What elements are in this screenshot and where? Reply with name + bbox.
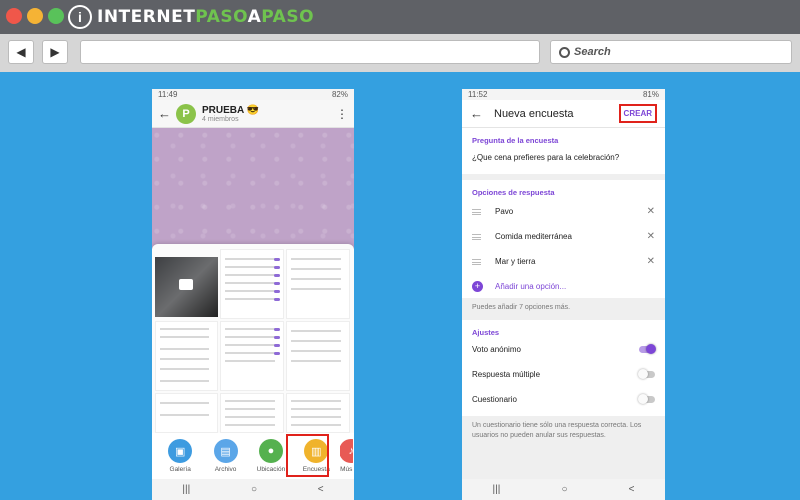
attach-music-button[interactable]: ♪ Mús [339, 433, 353, 473]
phone-screenshot-poll: 11:52 81% ← Nueva encuesta CREAR Pregunt… [462, 89, 665, 500]
drag-handle-icon[interactable] [472, 258, 481, 265]
close-window-button[interactable] [6, 8, 22, 24]
gallery-thumbnail[interactable] [286, 321, 350, 391]
section-title: Pregunta de la encuesta [472, 136, 559, 145]
attach-gallery-button[interactable]: ▣ Galería [158, 433, 202, 473]
poll-header: ← Nueva encuesta CREAR [462, 100, 665, 128]
option-row[interactable]: Pavo ✕ [472, 199, 655, 224]
status-time: 11:49 [158, 90, 178, 99]
forward-button[interactable]: ▶ [42, 40, 68, 64]
back-arrow-icon[interactable]: ← [158, 106, 176, 121]
gallery-thumbnail[interactable] [286, 249, 350, 319]
home-icon[interactable]: ○ [251, 484, 257, 495]
setting-multiple[interactable]: Respuesta múltiple [472, 362, 655, 387]
attach-file-button[interactable]: ▤ Archivo [203, 433, 247, 473]
section-title: Ajustes [472, 328, 500, 337]
status-bar: 11:49 82% [152, 89, 354, 100]
back-arrow-icon[interactable]: ← [470, 106, 488, 121]
gallery-thumbnail[interactable] [220, 249, 284, 319]
android-nav-bar: ||| ○ < [462, 479, 665, 500]
camera-icon [179, 279, 193, 290]
home-icon[interactable]: ○ [561, 484, 567, 495]
back-icon[interactable]: < [318, 484, 324, 495]
location-icon: ● [258, 439, 283, 463]
phone-screenshot-chat: 11:49 82% ← P PRUEBA 😎 4 miembros ⋮ ▣ Ga… [152, 89, 354, 500]
option-row[interactable]: Mar y tierra ✕ [472, 249, 655, 274]
gallery-icon: ▣ [168, 439, 193, 463]
question-input[interactable]: ¿Que cena prefieres para la celebración? [472, 145, 655, 174]
address-bar[interactable] [80, 40, 540, 64]
drag-handle-icon[interactable] [472, 208, 481, 215]
quiz-footnote: Un cuestionario tiene sólo una respuesta… [472, 422, 642, 439]
options-hint: Puedes añadir 7 opciones más. [462, 298, 665, 320]
poll-highlight-box [286, 434, 329, 477]
create-button[interactable]: CREAR [618, 104, 657, 123]
option-input[interactable]: Pavo [495, 207, 647, 216]
music-icon: ♪ [339, 439, 353, 463]
gallery-thumbnail[interactable] [220, 393, 284, 433]
file-icon: ▤ [213, 439, 238, 463]
gallery-thumbnail[interactable] [155, 393, 218, 433]
toggle-switch[interactable] [638, 369, 655, 379]
back-button[interactable]: ◀ [8, 40, 34, 64]
remove-option-icon[interactable]: ✕ [647, 206, 655, 217]
recents-icon[interactable]: ||| [182, 484, 190, 495]
gallery-thumbnail[interactable] [286, 393, 350, 433]
search-placeholder: Search [574, 46, 611, 58]
poll-title: Nueva encuesta [494, 107, 574, 120]
remove-option-icon[interactable]: ✕ [647, 256, 655, 267]
toggle-switch[interactable] [639, 344, 656, 354]
maximize-window-button[interactable] [48, 8, 64, 24]
battery-level: 81% [642, 90, 659, 99]
settings-section: Ajustes Voto anónimo Respuesta múltiple … [462, 320, 665, 416]
add-option-button[interactable]: + Añadir una opción... [472, 274, 655, 298]
search-input[interactable]: Search [550, 40, 792, 64]
battery-level: 82% [331, 90, 348, 99]
minimize-window-button[interactable] [27, 8, 43, 24]
chat-header: ← P PRUEBA 😎 4 miembros ⋮ [152, 100, 354, 128]
setting-quiz[interactable]: Cuestionario [472, 387, 655, 412]
logo-text: INTERNETPASOAPASO [97, 7, 315, 27]
status-time: 11:52 [468, 90, 488, 99]
arrow-left-icon: ◀ [16, 45, 26, 59]
add-option-label: Añadir una opción... [495, 281, 567, 291]
gallery-thumbnail[interactable] [155, 321, 218, 391]
remove-option-icon[interactable]: ✕ [647, 231, 655, 242]
browser-toolbar: ◀ ▶ Search [0, 34, 800, 72]
window-titlebar: i INTERNETPASOAPASO [0, 0, 800, 34]
option-input[interactable]: Comida mediterránea [495, 232, 647, 241]
avatar[interactable]: P [176, 103, 196, 124]
recents-icon[interactable]: ||| [493, 484, 501, 495]
back-icon[interactable]: < [629, 484, 635, 495]
section-title: Opciones de respuesta [472, 188, 555, 197]
plus-icon: + [472, 280, 483, 292]
toggle-switch[interactable] [638, 394, 655, 404]
arrow-right-icon: ▶ [50, 45, 60, 59]
option-row[interactable]: Comida mediterránea ✕ [472, 224, 655, 249]
setting-anonymous[interactable]: Voto anónimo [472, 337, 656, 362]
android-nav-bar: ||| ○ < [152, 479, 354, 500]
option-input[interactable]: Mar y tierra [495, 257, 647, 266]
options-section: Opciones de respuesta Pavo ✕ Comida medi… [462, 180, 665, 298]
question-section: Pregunta de la encuesta ¿Que cena prefie… [462, 128, 665, 174]
logo-icon: i [68, 5, 92, 29]
search-icon [559, 46, 570, 58]
more-options-icon[interactable]: ⋮ [336, 107, 348, 121]
drag-handle-icon[interactable] [472, 233, 481, 240]
status-bar: 11:52 81% [462, 89, 665, 100]
gallery-thumbnail[interactable] [220, 321, 284, 391]
site-logo: i INTERNETPASOAPASO [68, 4, 314, 30]
camera-preview[interactable] [155, 257, 218, 317]
chat-title: PRUEBA 😎 [202, 104, 260, 116]
chat-members: 4 miembros [202, 115, 239, 123]
